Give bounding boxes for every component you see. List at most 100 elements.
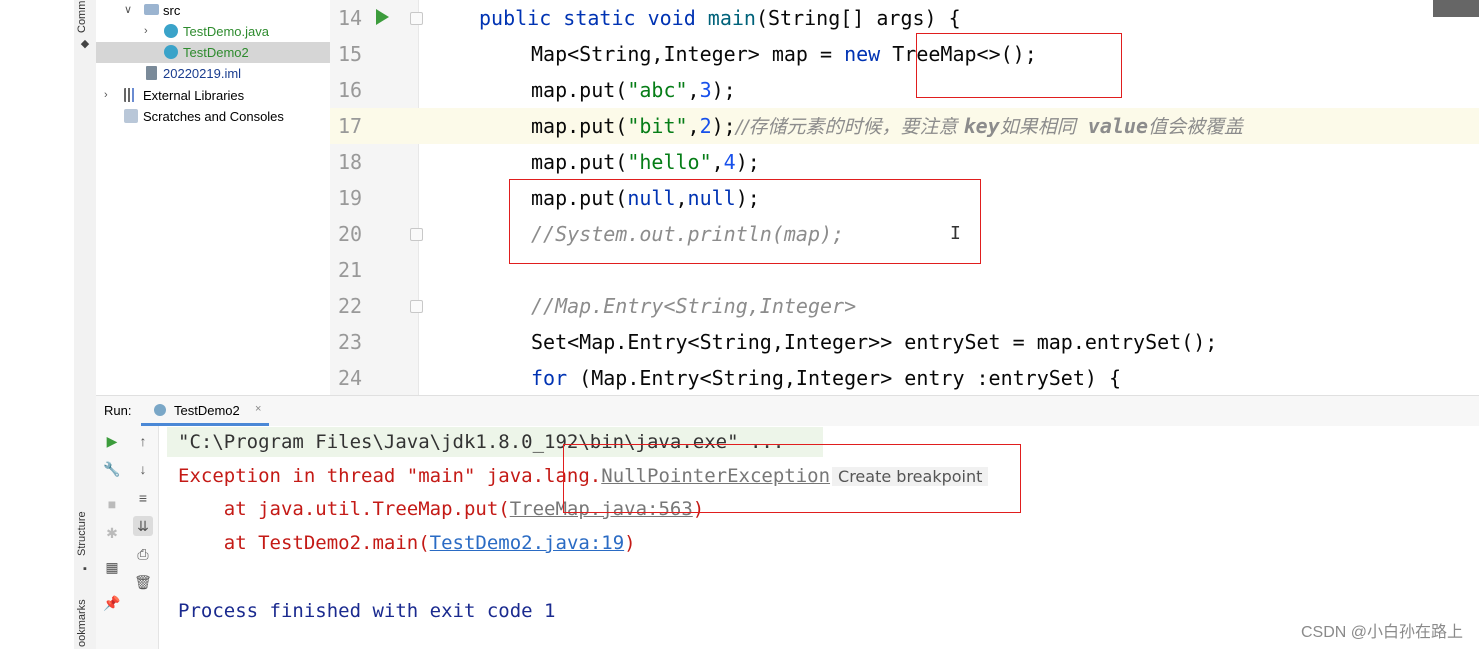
fold-marker-icon[interactable]	[410, 228, 423, 241]
code-token: (Map.Entry<String,Integer> entry :entryS…	[567, 366, 1122, 390]
code-line-14[interactable]: 14 public static void main(String[] args…	[330, 0, 1479, 36]
tree-item-external-libraries[interactable]: › External Libraries	[96, 85, 330, 106]
run-gutter-icon[interactable]	[376, 9, 389, 25]
structure-tool-label[interactable]: Structure	[76, 505, 94, 563]
code-line-15[interactable]: 15 Map<String,Integer> map = new TreeMap…	[330, 36, 1479, 72]
line-number: 18	[338, 150, 363, 174]
code-token: );	[711, 114, 736, 138]
code-token: 4	[723, 150, 736, 174]
code-line-17[interactable]: 17 map.put("bit",2);//存储元素的时候，要注意 key如果相…	[330, 108, 1479, 144]
fold-marker-icon[interactable]	[410, 300, 423, 313]
tree-item-testdemo-java[interactable]: › TestDemo.java	[96, 21, 330, 42]
stack-link-testdemo2[interactable]: TestDemo2.java:19	[430, 532, 624, 554]
scratches-icon	[124, 109, 138, 123]
tree-item-label: 20220219.iml	[163, 66, 242, 81]
code-token: ,	[711, 150, 724, 174]
iml-file-icon	[146, 66, 157, 80]
tree-item-testdemo2[interactable]: TestDemo2	[96, 42, 330, 63]
print-icon[interactable]: ⎙	[133, 544, 153, 564]
code-token: ,	[687, 78, 700, 102]
folder-icon	[144, 4, 159, 15]
trash-icon[interactable]: 🗑	[133, 572, 153, 592]
code-line-24[interactable]: 24 for (Map.Entry<String,Integer> entry …	[330, 360, 1479, 395]
code-token: map.put(	[531, 114, 628, 138]
chevron-right-icon[interactable]: ›	[104, 85, 108, 106]
annotation-box-null-put	[509, 179, 981, 264]
code-comment: key	[963, 114, 1000, 138]
tree-item-label: Scratches and Consoles	[143, 109, 284, 124]
code-token: main	[707, 6, 756, 30]
code-token: Set<Map.Entry<String,Integer>> entrySet …	[531, 330, 1218, 354]
line-number: 16	[338, 78, 363, 102]
wrench-icon[interactable]: 🔧	[102, 459, 122, 479]
tree-item-label: src	[163, 3, 181, 18]
code-token: for	[531, 366, 568, 390]
console-text: )	[624, 532, 636, 554]
chevron-right-icon[interactable]: ›	[144, 21, 148, 42]
scroll-down-icon[interactable]: ↓	[133, 459, 153, 479]
fold-marker-icon[interactable]	[410, 12, 423, 25]
bookmarks-tool-label[interactable]: ookmarks	[76, 597, 94, 649]
watermark: CSDN @小白孙在路上	[1300, 624, 1463, 641]
scroll-to-end-icon[interactable]: ⇊	[133, 516, 153, 536]
code-line-22[interactable]: 22 //Map.Entry<String,Integer>	[330, 288, 1479, 324]
code-comment: //存储元素的时候，要注意	[735, 116, 964, 138]
console-text: Exception in thread "main" java.lang.	[178, 465, 602, 487]
code-token: map.put(	[531, 78, 628, 102]
java-class-icon	[164, 24, 178, 38]
code-token: (String[] args) {	[755, 6, 961, 30]
code-comment: 如果相同	[999, 116, 1088, 138]
stop-icon[interactable]: ■	[102, 494, 122, 514]
pin-icon[interactable]: 📌	[102, 593, 122, 613]
code-comment: 值会被覆盖	[1148, 116, 1244, 138]
tree-item-src[interactable]: ∨ src	[96, 0, 330, 21]
tree-item-iml[interactable]: 20220219.iml	[96, 63, 330, 84]
layout-icon[interactable]: ▦	[102, 557, 122, 577]
code-token: "hello"	[627, 150, 712, 174]
rerun-icon[interactable]: ▶	[102, 431, 122, 451]
code-line-18[interactable]: 18 map.put("hello",4);	[330, 144, 1479, 180]
annotation-box-treemap	[916, 33, 1122, 98]
left-tool-strip: Comm ◆ Structure ▪ ookmarks	[74, 0, 97, 649]
soft-wrap-icon[interactable]: ≡	[133, 488, 153, 508]
line-number: 23	[338, 330, 363, 354]
code-token: "bit"	[627, 114, 688, 138]
run-panel-header: Run: TestDemo2 ×	[96, 395, 1479, 427]
run-label: Run:	[104, 403, 132, 418]
java-class-icon	[164, 45, 178, 59]
code-token: public static void	[479, 6, 708, 30]
line-number: 22	[338, 294, 363, 318]
commit-icon[interactable]: ◆	[78, 37, 92, 50]
line-number: 17	[338, 114, 363, 138]
annotation-box-exception	[563, 444, 1021, 513]
tree-item-scratches[interactable]: Scratches and Consoles	[96, 106, 330, 127]
code-token: 3	[699, 78, 712, 102]
code-comment: //Map.Entry<String,Integer>	[531, 294, 857, 318]
code-line-23[interactable]: 23 Set<Map.Entry<String,Integer>> entryS…	[330, 324, 1479, 360]
code-token: Map<String,Integer> map =	[531, 42, 845, 66]
project-tree: ∨ src › TestDemo.java TestDemo2 20220219…	[96, 0, 330, 395]
code-comment: value	[1087, 114, 1149, 138]
structure-icon[interactable]: ▪	[78, 563, 92, 575]
console-text: at TestDemo2.main(	[178, 532, 430, 554]
line-number: 15	[338, 42, 363, 66]
line-number: 24	[338, 366, 363, 390]
run-tab-testdemo2[interactable]: TestDemo2	[174, 403, 240, 418]
scroll-up-icon[interactable]: ↑	[133, 431, 153, 451]
libraries-icon	[124, 88, 138, 102]
commit-tool-label[interactable]: Comm	[76, 0, 94, 34]
run-config-icon	[154, 404, 166, 416]
code-token: );	[735, 150, 760, 174]
line-number: 19	[338, 186, 363, 210]
console-exit-line: Process finished with exit code 1	[178, 600, 556, 622]
close-tab-icon[interactable]: ×	[255, 403, 261, 415]
code-line-16[interactable]: 16 map.put("abc",3);	[330, 72, 1479, 108]
code-token: ,	[687, 114, 700, 138]
debug-icon[interactable]: ✱	[102, 523, 122, 543]
left-margin	[0, 0, 74, 649]
code-token: 2	[699, 114, 712, 138]
console-text: at java.util.TreeMap.put(	[178, 498, 510, 520]
chevron-down-icon[interactable]: ∨	[124, 0, 132, 21]
run-toolbar: ▶ ↑ 🔧 ↓ ■ ≡ ✱ ⇊ ⎙ ▦ 🗑 📌	[96, 426, 159, 649]
tree-item-label: TestDemo2	[183, 45, 249, 60]
